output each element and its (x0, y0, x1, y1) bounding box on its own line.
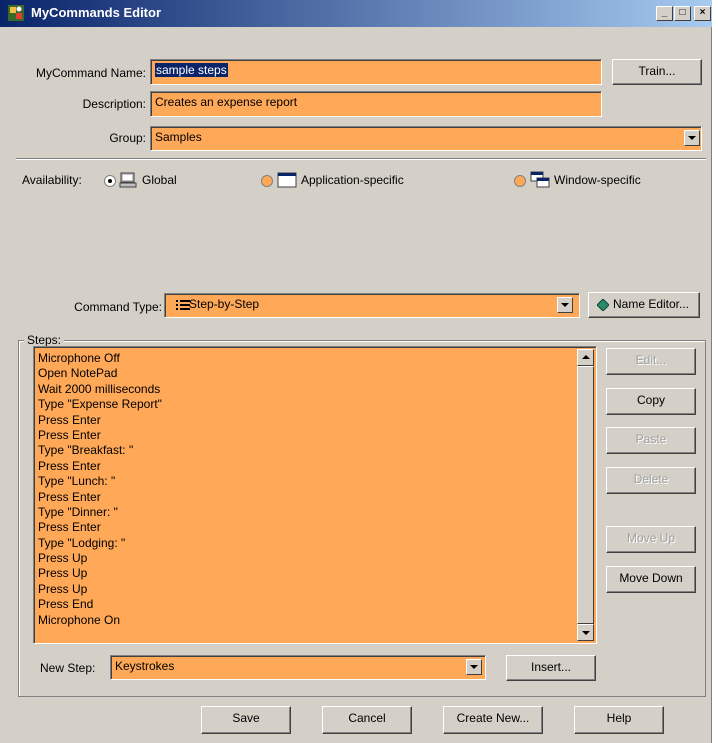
mycommands-editor-window: MyCommands Editor _ □ × MyCommand Name: … (0, 0, 712, 743)
list-item[interactable]: Microphone On (38, 613, 573, 628)
application-window-icon (277, 172, 297, 188)
availability-global-radio[interactable] (104, 175, 116, 187)
list-item[interactable]: Press Up (38, 551, 573, 566)
cancel-button[interactable]: Cancel (322, 706, 412, 734)
list-item[interactable]: Press Enter (38, 520, 573, 535)
new-step-value: Keystrokes (115, 659, 175, 673)
list-item[interactable]: Press Enter (38, 490, 573, 505)
group-select-value: Samples (155, 130, 202, 144)
name-input-value: sample steps (155, 63, 228, 77)
move-up-button[interactable]: Move Up (606, 526, 696, 553)
save-button[interactable]: Save (201, 706, 291, 734)
name-label: MyCommand Name: (35, 66, 146, 80)
new-step-dropdown-arrow-icon[interactable] (466, 659, 482, 675)
help-button[interactable]: Help (574, 706, 664, 734)
list-item[interactable]: Wait 2000 milliseconds (38, 382, 573, 397)
name-editor-label: Name Editor... (612, 297, 690, 311)
steps-items: Microphone Off Open NotePad Wait 2000 mi… (38, 351, 573, 628)
steps-group-label: Steps: (24, 333, 65, 347)
availability-window-label: Window-specific (554, 173, 641, 187)
group-select[interactable]: Samples (150, 126, 702, 151)
new-step-select[interactable]: Keystrokes (110, 655, 486, 680)
list-item[interactable]: Press Up (38, 566, 573, 581)
steps-list[interactable]: Microphone Off Open NotePad Wait 2000 mi… (33, 346, 597, 644)
new-step-label: New Step: (40, 661, 96, 675)
train-button[interactable]: Train... (612, 59, 702, 85)
availability-global-label: Global (142, 173, 177, 187)
command-type-value: Step-by-Step (189, 297, 260, 311)
availability-application-radio[interactable] (261, 175, 273, 187)
scroll-down-icon[interactable] (577, 624, 594, 641)
app-icon (8, 5, 24, 21)
close-button[interactable]: × (694, 6, 711, 21)
list-item[interactable]: Type "Lunch: " (38, 474, 573, 489)
computer-icon (119, 172, 137, 188)
command-type-dropdown-arrow-icon[interactable] (557, 297, 573, 313)
list-item[interactable]: Type "Breakfast: " (38, 443, 573, 458)
list-item[interactable]: Press Enter (38, 428, 573, 443)
group-dropdown-arrow-icon[interactable] (684, 130, 700, 146)
copy-button[interactable]: Copy (606, 388, 696, 415)
title-bar[interactable]: MyCommands Editor _ □ × (0, 0, 712, 27)
window-specific-icon (530, 171, 550, 188)
command-type-select[interactable]: Step-by-Step (164, 293, 580, 318)
window-title: MyCommands Editor (31, 5, 162, 20)
minimize-icon: _ (661, 7, 668, 18)
scroll-thumb[interactable] (577, 366, 594, 624)
description-input[interactable]: Creates an expense report (150, 91, 602, 117)
delete-button[interactable]: Delete (606, 467, 696, 494)
availability-label: Availability: (22, 173, 82, 187)
list-item[interactable]: Press End (38, 597, 573, 612)
availability-application-label: Application-specific (301, 173, 404, 187)
minimize-button[interactable]: _ (656, 6, 673, 21)
steps-scrollbar[interactable] (577, 349, 594, 641)
list-item[interactable]: Type "Dinner: " (38, 505, 573, 520)
diamond-icon (597, 299, 609, 311)
scroll-up-icon[interactable] (577, 349, 594, 366)
group-label: Group: (109, 131, 146, 145)
command-type-label: Command Type: (74, 300, 162, 314)
maximize-icon: □ (679, 7, 686, 18)
name-input[interactable]: sample steps (150, 59, 602, 85)
availability-window-radio[interactable] (514, 175, 526, 187)
list-item[interactable]: Press Enter (38, 413, 573, 428)
list-item[interactable]: Type "Expense Report" (38, 397, 573, 412)
list-item[interactable]: Press Enter (38, 459, 573, 474)
insert-button[interactable]: Insert... (506, 655, 596, 681)
list-item[interactable]: Microphone Off (38, 351, 573, 366)
maximize-button[interactable]: □ (674, 6, 691, 21)
list-item[interactable]: Open NotePad (38, 366, 573, 381)
move-down-button[interactable]: Move Down (606, 566, 696, 593)
list-icon (176, 300, 190, 310)
close-icon: × (699, 7, 706, 18)
edit-button[interactable]: Edit... (606, 348, 696, 375)
create-new-button[interactable]: Create New... (443, 706, 543, 734)
paste-button[interactable]: Paste (606, 427, 696, 454)
description-label: Description: (82, 97, 146, 111)
list-item[interactable]: Type "Lodging: " (38, 536, 573, 551)
separator (16, 158, 706, 160)
list-item[interactable]: Press Up (38, 582, 573, 597)
